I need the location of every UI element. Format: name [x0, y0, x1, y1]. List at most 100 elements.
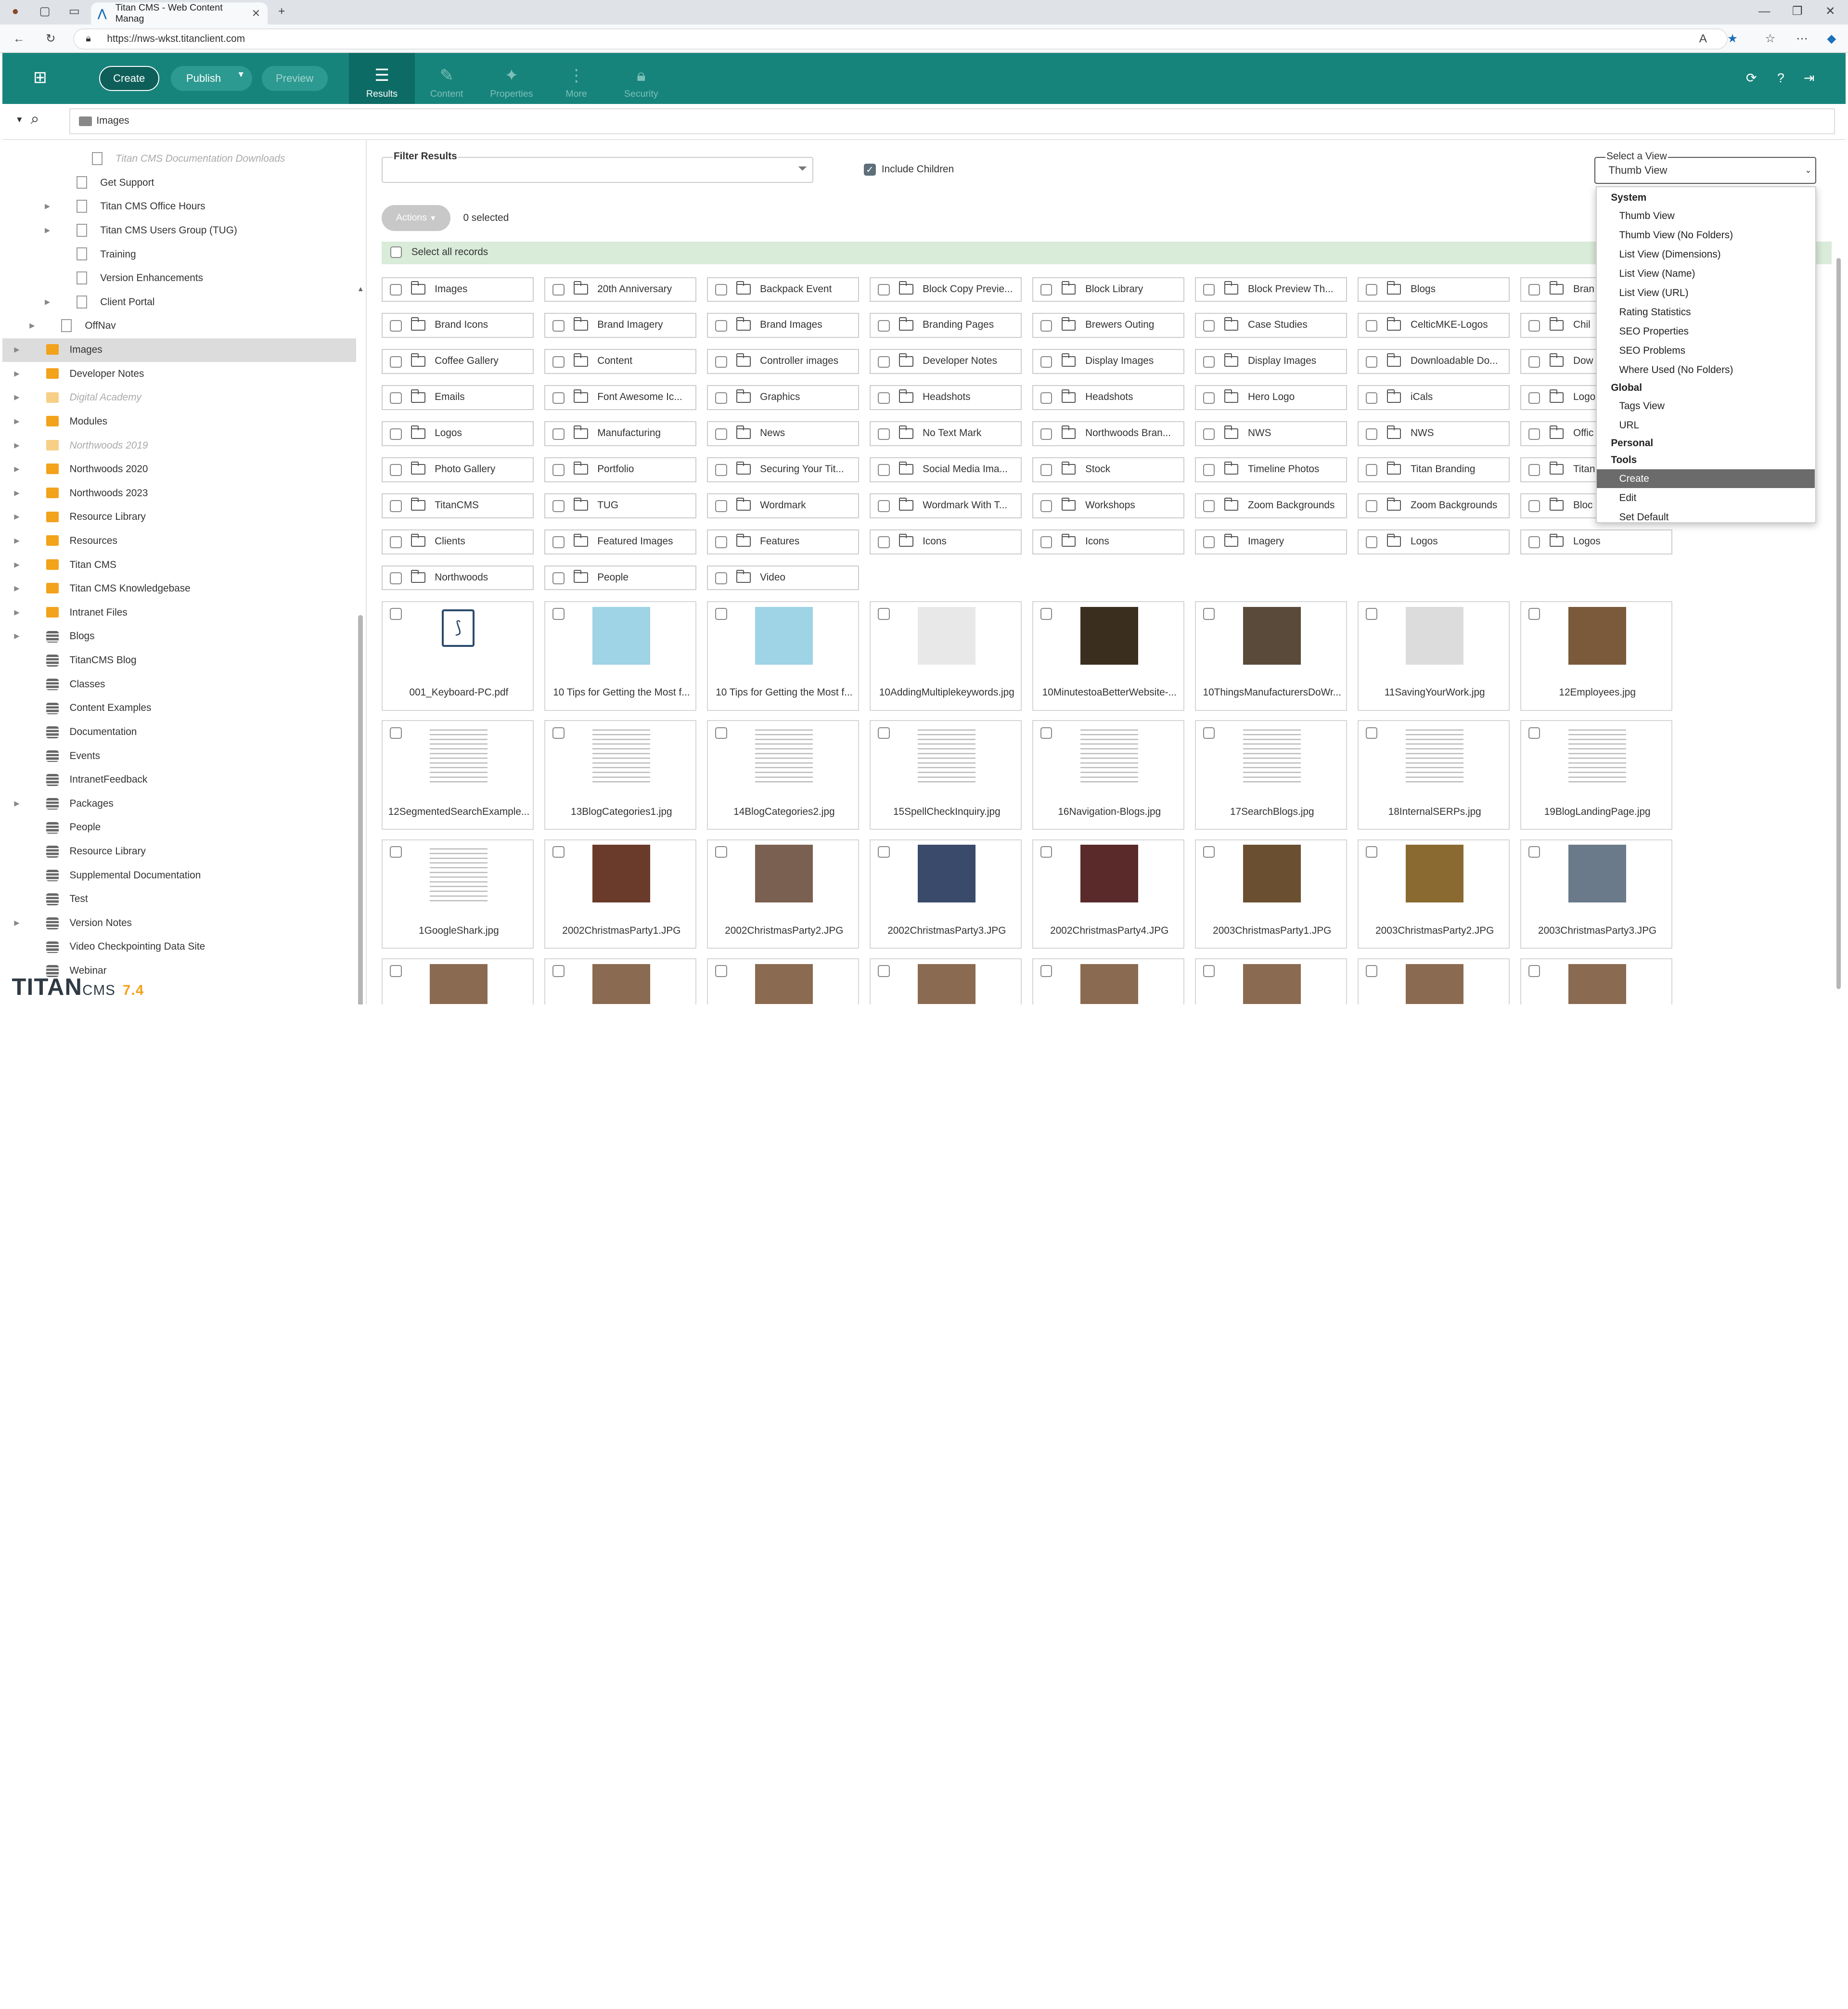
thumbnail-checkbox[interactable] [715, 608, 727, 620]
folder-cell[interactable]: Hero Logo [1195, 385, 1348, 410]
thumbnail-checkbox[interactable] [1040, 846, 1052, 858]
folder-cell[interactable]: TUG [544, 493, 697, 518]
thumbnail-checkbox[interactable] [552, 608, 565, 620]
folder-checkbox[interactable] [878, 428, 890, 440]
tree-item-version-notes[interactable]: ▶ Version Notes [2, 912, 356, 935]
folder-checkbox[interactable] [715, 464, 727, 476]
folder-checkbox[interactable] [390, 392, 402, 404]
tree-item-packages[interactable]: ▶ Packages [2, 792, 356, 816]
folder-cell[interactable]: Video [707, 566, 860, 591]
tree-item-test[interactable]: Test [2, 888, 356, 911]
folder-cell[interactable]: Block Copy Previe... [870, 277, 1022, 302]
thumbnail-checkbox[interactable] [1365, 608, 1378, 620]
folder-checkbox[interactable] [878, 464, 890, 476]
nav-more[interactable]: ⋮ More [543, 53, 609, 103]
thumbnail-checkbox[interactable] [878, 846, 890, 858]
folder-cell[interactable]: Stock [1032, 457, 1185, 482]
caret-right-icon[interactable]: ▶ [45, 291, 50, 314]
folder-checkbox[interactable] [1203, 500, 1215, 512]
menu-item-thumb-view-no-folders[interactable]: Thumb View (No Folders) [1597, 226, 1815, 245]
folder-cell[interactable]: Headshots [1032, 385, 1185, 410]
thumbnail-card[interactable]: 10ThingsManufacturersDoWr... [1195, 601, 1348, 711]
thumbnail-card[interactable]: 16Navigation-Blogs.jpg [1032, 720, 1185, 830]
folder-checkbox[interactable] [1040, 392, 1052, 404]
folder-checkbox[interactable] [1528, 356, 1540, 368]
tree-item-northwoods-2023[interactable]: ▶ Northwoods 2023 [2, 482, 356, 505]
tree-item-events[interactable]: Events [2, 745, 356, 768]
thumbnail-card[interactable] [382, 958, 534, 1004]
folder-checkbox[interactable] [390, 428, 402, 440]
caret-right-icon[interactable]: ▶ [14, 482, 19, 505]
folder-cell[interactable]: No Text Mark [870, 421, 1022, 446]
folder-checkbox[interactable] [878, 500, 890, 512]
browser-tab[interactable]: ⋀ Titan CMS - Web Content Manag ✕ [90, 2, 268, 25]
folder-cell[interactable]: Logos [382, 421, 534, 446]
workspaces-icon[interactable]: ▢ [37, 3, 53, 20]
menu-item-thumb-view[interactable]: Thumb View [1597, 206, 1815, 225]
thumbnail-checkbox[interactable] [878, 727, 890, 739]
folder-checkbox[interactable] [715, 500, 727, 512]
tree-item-titan-cms[interactable]: ▶ Titan CMS [2, 554, 356, 577]
folder-checkbox[interactable] [552, 536, 565, 548]
folder-cell[interactable]: Content [544, 349, 697, 374]
folder-cell[interactable]: iCals [1358, 385, 1510, 410]
tree-item-blogs[interactable]: ▶ Blogs [2, 625, 356, 648]
tree-item-offnav[interactable]: ▶ OffNav [2, 314, 356, 338]
menu-item-list-view-url[interactable]: List View (URL) [1597, 283, 1815, 302]
folder-cell[interactable]: Northwoods [382, 566, 534, 591]
folder-checkbox[interactable] [1203, 320, 1215, 332]
caret-right-icon[interactable]: ▶ [14, 434, 19, 458]
folder-checkbox[interactable] [1528, 500, 1540, 512]
tree-item-images[interactable]: ▶ Images [2, 338, 356, 362]
caret-right-icon[interactable]: ▶ [29, 314, 35, 338]
caret-right-icon[interactable]: ▶ [14, 625, 19, 648]
tree-item-content-examples[interactable]: Content Examples [2, 696, 356, 720]
tree-scrollbar[interactable]: ▲ ▼ [357, 285, 364, 1004]
thumbnail-card[interactable] [707, 958, 860, 1004]
thumbnail-checkbox[interactable] [715, 846, 727, 858]
folder-cell[interactable]: Images [382, 277, 534, 302]
thumbnail-card[interactable] [1358, 958, 1510, 1004]
folder-checkbox[interactable] [390, 320, 402, 332]
favorites-icon[interactable]: ☆ [1762, 31, 1778, 47]
folder-cell[interactable]: Icons [870, 529, 1022, 554]
tree-item-intranet-files[interactable]: ▶ Intranet Files [2, 601, 356, 625]
caret-right-icon[interactable]: ▶ [45, 195, 50, 219]
refresh-icon[interactable]: ↻ [42, 31, 59, 47]
tree-item-digital-academy[interactable]: ▶ Digital Academy [2, 386, 356, 410]
thumbnail-card[interactable]: 12Employees.jpg [1520, 601, 1673, 711]
url-field[interactable]: 🔒︎ https://nws-wkst.titanclient.com [73, 28, 1728, 50]
tree-item-resources[interactable]: ▶ Resources [2, 529, 356, 553]
thumbnail-card[interactable]: 10 Tips for Getting the Most f... [707, 601, 860, 711]
logout-icon[interactable]: ⇥ [1801, 71, 1817, 86]
close-tab-icon[interactable]: ✕ [252, 7, 260, 20]
thumbnail-checkbox[interactable] [1528, 727, 1540, 739]
menu-item-seo-problems[interactable]: SEO Problems [1597, 341, 1815, 360]
folder-cell[interactable]: Block Library [1032, 277, 1185, 302]
folder-cell[interactable]: Manufacturing [544, 421, 697, 446]
thumbnail-card[interactable]: 2003ChristmasParty1.JPG [1195, 839, 1348, 949]
tree-item-modules[interactable]: ▶ Modules [2, 410, 356, 434]
tree-item-documentation[interactable]: Documentation [2, 721, 356, 744]
caret-right-icon[interactable]: ▶ [14, 577, 19, 601]
thumbnail-checkbox[interactable] [1365, 846, 1378, 858]
folder-cell[interactable]: Logos [1358, 529, 1510, 554]
folder-checkbox[interactable] [390, 464, 402, 476]
menu-item-where-used-no-folders[interactable]: Where Used (No Folders) [1597, 361, 1815, 379]
folder-checkbox[interactable] [1365, 356, 1378, 368]
tree-item-intranetfeedback[interactable]: IntranetFeedback [2, 768, 356, 792]
tree-item-northwoods-2019[interactable]: ▶ Northwoods 2019 [2, 434, 356, 458]
folder-cell[interactable]: NWS [1195, 421, 1348, 446]
caret-right-icon[interactable]: ▶ [14, 505, 19, 529]
close-window-icon[interactable]: ✕ [1822, 3, 1838, 20]
folder-cell[interactable]: Developer Notes [870, 349, 1022, 374]
folder-checkbox[interactable] [552, 320, 565, 332]
tree-item-resource-library[interactable]: Resource Library [2, 840, 356, 863]
thumbnail-card[interactable] [544, 958, 697, 1004]
folder-checkbox[interactable] [715, 392, 727, 404]
thumbnail-checkbox[interactable] [390, 965, 402, 977]
folder-cell[interactable]: Imagery [1195, 529, 1348, 554]
path-field[interactable]: Images [69, 108, 1835, 135]
thumbnail-checkbox[interactable] [1040, 608, 1052, 620]
folder-checkbox[interactable] [1528, 536, 1540, 548]
